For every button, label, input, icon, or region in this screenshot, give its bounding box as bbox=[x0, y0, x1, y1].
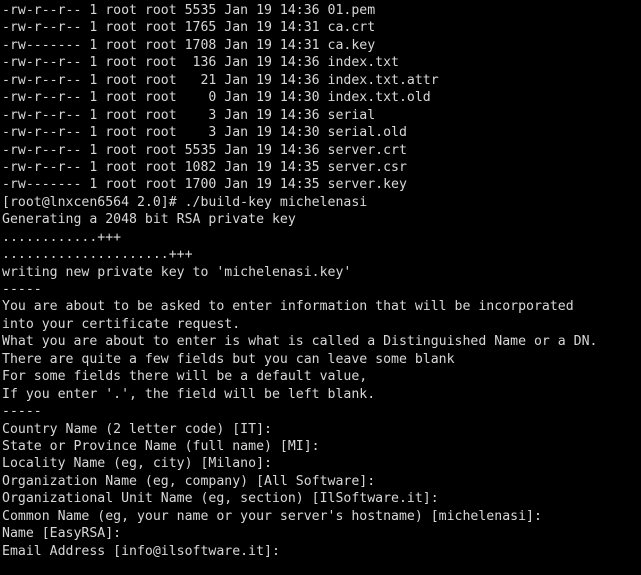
terminal-line: Country Name (2 letter code) [IT]: bbox=[2, 421, 272, 437]
terminal-line: Email Address [info@ilsoftware.it]: bbox=[2, 543, 280, 559]
terminal-line: -rw-r--r-- 1 root root 3 Jan 19 14:36 se… bbox=[2, 107, 376, 123]
terminal-line: State or Province Name (full name) [MI]: bbox=[2, 438, 320, 454]
terminal-line: -rw-r--r-- 1 root root 1765 Jan 19 14:31… bbox=[2, 20, 376, 36]
terminal-line: Organizational Unit Name (eg, section) [… bbox=[2, 491, 439, 507]
terminal-line: If you enter '.', the field will be left… bbox=[2, 386, 376, 402]
terminal-line: [root@lnxcen6564 2.0]# ./build-key miche… bbox=[2, 194, 368, 210]
terminal-line: writing new private key to 'michelenasi.… bbox=[2, 264, 352, 280]
terminal-line: .....................+++ bbox=[2, 247, 193, 263]
terminal-line: Common Name (eg, your name or your serve… bbox=[2, 508, 542, 524]
terminal-line: -rw-r--r-- 1 root root 5535 Jan 19 14:36… bbox=[2, 142, 407, 158]
terminal-line: -rw-r--r-- 1 root root 3 Jan 19 14:30 se… bbox=[2, 125, 407, 141]
terminal-line: ----- bbox=[2, 404, 42, 420]
terminal-line: -rw-r--r-- 1 root root 21 Jan 19 14:36 i… bbox=[2, 72, 439, 88]
terminal-screen[interactable]: -rw-r--r-- 1 root root 5535 Jan 19 14:36… bbox=[0, 0, 641, 575]
terminal-line: You are about to be asked to enter infor… bbox=[2, 299, 574, 315]
terminal-line: Generating a 2048 bit RSA private key bbox=[2, 212, 296, 228]
terminal-line: -rw-r--r-- 1 root root 136 Jan 19 14:36 … bbox=[2, 55, 399, 71]
terminal-line: What you are about to enter is what is c… bbox=[2, 334, 598, 350]
terminal-line: -rw-r--r-- 1 root root 1082 Jan 19 14:35… bbox=[2, 159, 407, 175]
terminal-line: ----- bbox=[2, 282, 42, 297]
terminal-line: -rw-r--r-- 1 root root 5535 Jan 19 14:36… bbox=[2, 3, 376, 18]
terminal-line: into your certificate request. bbox=[2, 316, 241, 332]
terminal-line: ............+++ bbox=[2, 229, 122, 245]
terminal-line: There are quite a few fields but you can… bbox=[2, 351, 455, 367]
terminal-line: Locality Name (eg, city) [Milano]: bbox=[2, 456, 272, 472]
terminal-line: Name [EasyRSA]: bbox=[2, 526, 122, 542]
terminal-line: -rw------- 1 root root 1700 Jan 19 14:35… bbox=[2, 177, 407, 193]
terminal-line: -rw-r--r-- 1 root root 0 Jan 19 14:30 in… bbox=[2, 90, 431, 106]
terminal-line: Organization Name (eg, company) [All Sof… bbox=[2, 473, 376, 489]
terminal-line: For some fields there will be a default … bbox=[2, 369, 368, 385]
terminal-line: -rw------- 1 root root 1708 Jan 19 14:31… bbox=[2, 37, 376, 53]
